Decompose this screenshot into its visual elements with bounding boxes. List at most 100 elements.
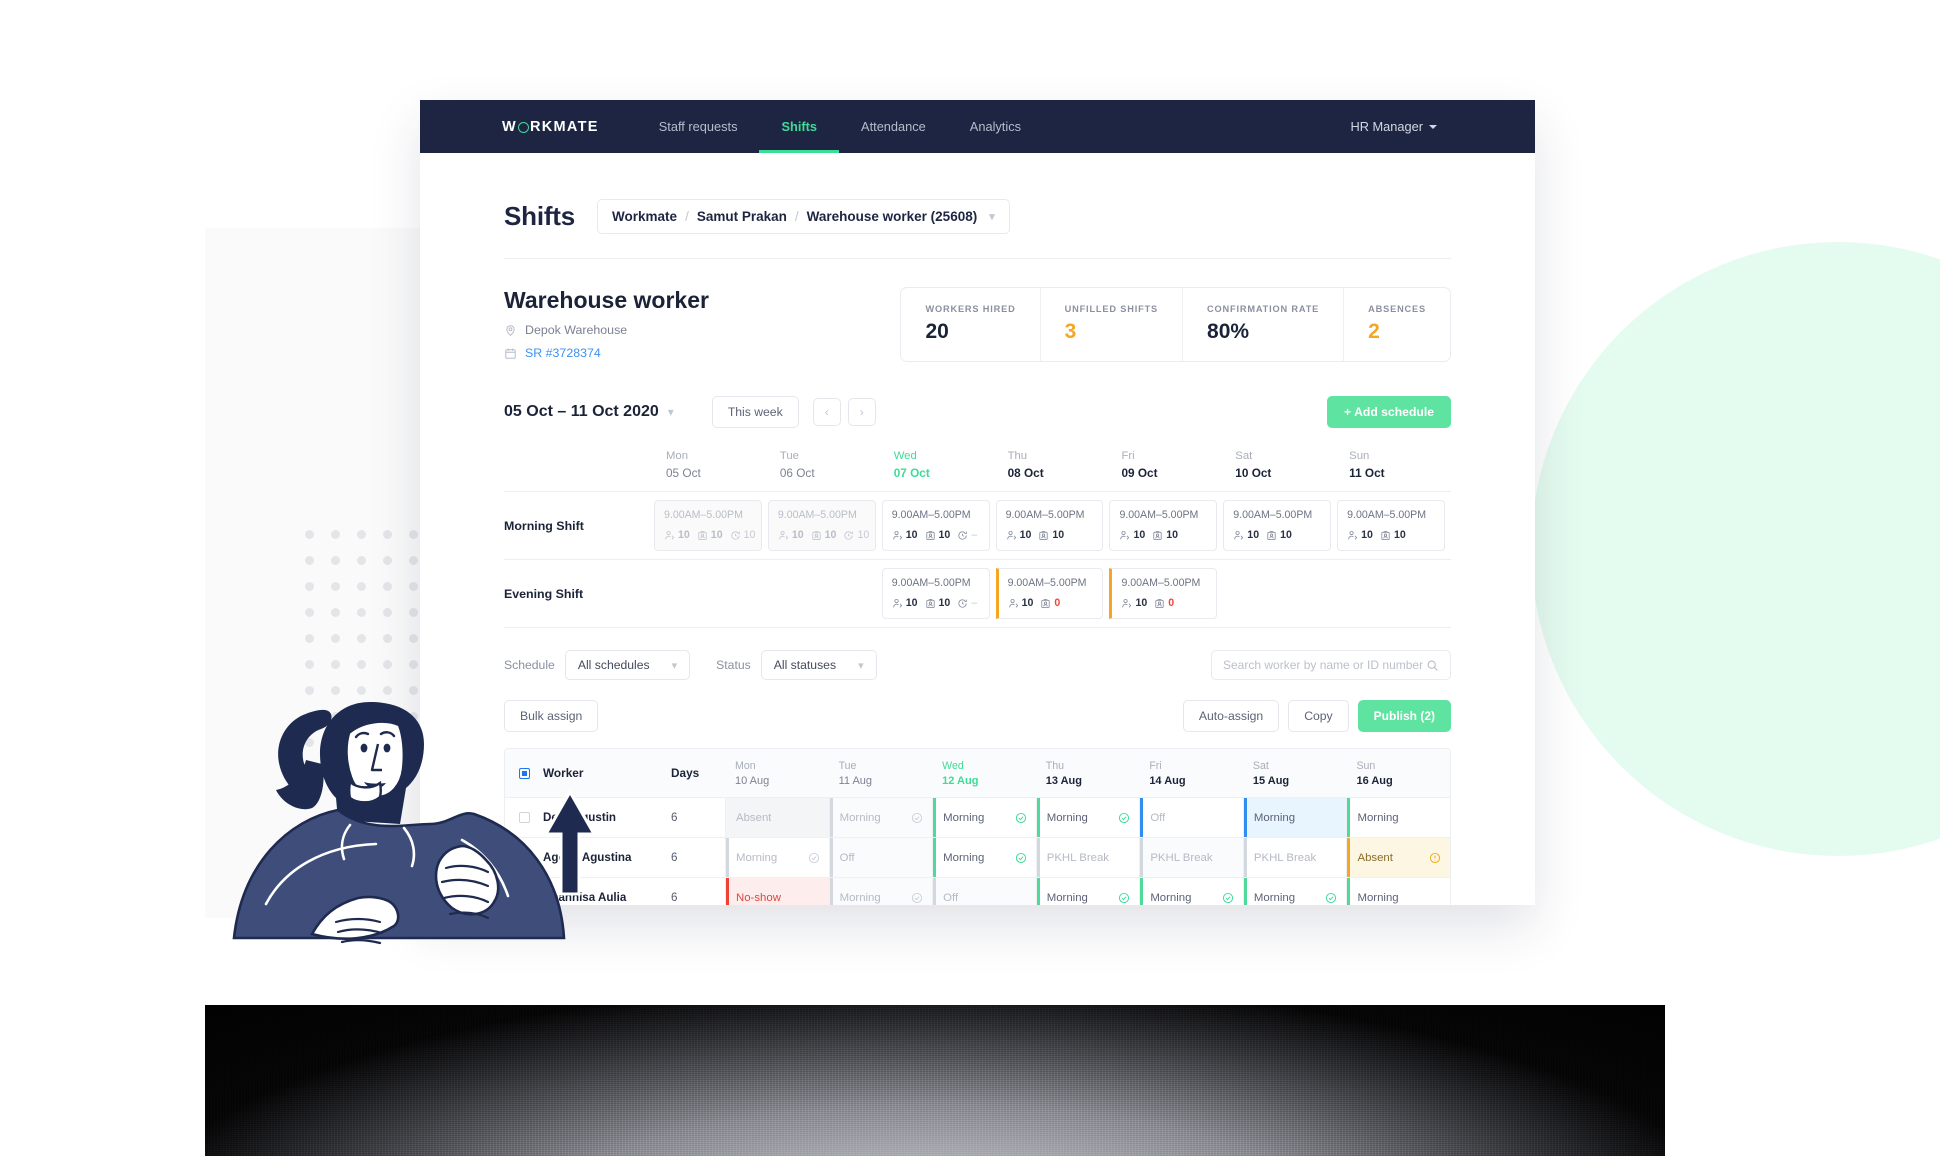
nav-item-analytics[interactable]: Analytics [948, 100, 1043, 153]
calendar-cell-slot: 9.00AM–5.00PM 10 10 10 [767, 492, 882, 559]
nav-item-shifts[interactable]: Shifts [759, 100, 839, 153]
nav-item-staff-requests[interactable]: Staff requests [637, 100, 760, 153]
user-menu[interactable]: HR Manager [1350, 100, 1535, 153]
chevron-down-icon: ▾ [671, 659, 678, 672]
prev-week-button[interactable]: ‹ [812, 398, 841, 426]
shift-cell[interactable]: 9.00AM–5.00PM 10 10 – [881, 500, 990, 551]
hired-icon [812, 530, 821, 540]
calendar-date: 06 Oct [779, 466, 815, 480]
confirmed-check-icon [1015, 852, 1026, 863]
calendar-cell-slot [1337, 586, 1451, 602]
worker-shift-cell[interactable]: Morning [725, 838, 829, 877]
date-range-selector[interactable]: 05 Oct – 11 Oct 2020 ▾ [504, 403, 674, 421]
user-menu-label: HR Manager [1350, 119, 1423, 134]
worker-shift-cell[interactable]: PKHL Break [1242, 838, 1347, 877]
workmate-logo[interactable]: W RKMATE [420, 100, 599, 153]
shift-cell[interactable]: 9.00AM–5.00PM 10 10 10 [767, 500, 876, 551]
shift-cell[interactable]: 9.00AM–5.00PM 10 10 [1337, 500, 1446, 551]
shift-cell[interactable]: 9.00AM–5.00PM 10 0 [995, 568, 1104, 619]
breadcrumb[interactable]: Workmate / Samut Prakan / Warehouse work… [597, 199, 1010, 234]
worker-shift-cell[interactable]: Morning [1242, 878, 1347, 905]
breadcrumb-item-2[interactable]: Warehouse worker (25608) [807, 209, 978, 224]
worker-shift-cell[interactable]: Morning [1035, 798, 1140, 837]
applicants-stat: 10 [1008, 597, 1033, 609]
worker-shift-cell[interactable]: Off [828, 838, 933, 877]
shift-label: Morning [839, 811, 881, 824]
status-filter-select[interactable]: All statuses ▾ [760, 650, 877, 680]
shift-label: No-show [736, 891, 781, 904]
breadcrumb-item-1[interactable]: Samut Prakan [697, 209, 787, 224]
publish-button[interactable]: Publish (2) [1357, 700, 1451, 732]
stat-value: 80% [1207, 320, 1250, 343]
copy-button[interactable]: Copy [1288, 700, 1349, 732]
calendar-header: Mon 05 Oct Tue 06 Oct Wed 07 Oct Thu 08 Oct Fri 0… [504, 450, 1451, 492]
worker-dow: Mon [735, 760, 756, 772]
worker-shift-cell[interactable]: Absent [1346, 838, 1450, 877]
applicants-stat: 10 [892, 597, 918, 609]
table-row[interactable]: Khannisa Aulia 6 No-show Morning Off Morning M… [505, 878, 1450, 905]
shift-cell[interactable]: 9.00AM–5.00PM 10 10 [995, 500, 1104, 551]
week-nav-arrows: ‹ › [812, 398, 876, 426]
worker-date: 10 Aug [735, 775, 770, 787]
calendar-day-header: Sun 11 Oct [1337, 450, 1451, 480]
hired-value: 0 [1054, 597, 1061, 609]
applicants-value: 10 [905, 529, 918, 541]
worker-date: 11 Aug [838, 775, 873, 787]
nav-label: Staff requests [658, 119, 738, 134]
worker-dow: Tue [838, 760, 857, 772]
table-row[interactable]: Dewi Agustin6AbsentMorningMorningMorning… [505, 798, 1450, 838]
this-week-button[interactable]: This week [711, 396, 799, 428]
applicants-icon [1006, 530, 1016, 540]
next-week-button[interactable]: › [847, 398, 876, 426]
worker-shift-cell[interactable]: Morning [932, 798, 1036, 837]
worker-shift-cell[interactable]: Morning [828, 878, 933, 905]
worker-shift-cell[interactable]: Absent [725, 798, 829, 837]
applicants-icon [1234, 530, 1244, 540]
search-input[interactable] [1223, 658, 1426, 672]
worker-shift-cell[interactable]: No-show [725, 878, 829, 905]
sr-number-link[interactable]: SR #3728374 [525, 346, 601, 360]
worker-shift-cell[interactable]: PKHL Break [1035, 838, 1140, 877]
shift-stats: 10 10 10 [664, 529, 755, 541]
breadcrumb-item-0[interactable]: Workmate [612, 209, 677, 224]
shift-cell[interactable]: 9.00AM–5.00PM 10 0 [1109, 568, 1218, 619]
nav-item-attendance[interactable]: Attendance [839, 100, 948, 153]
shift-cell[interactable]: 9.00AM–5.00PM 10 10 – [881, 568, 990, 619]
status-bar [726, 838, 729, 877]
auto-assign-button[interactable]: Auto-assign [1182, 700, 1280, 732]
worker-shift-cell[interactable]: Morning [1346, 798, 1450, 837]
shift-cell[interactable]: 9.00AM–5.00PM 10 10 [1223, 500, 1332, 551]
worker-shift-cell[interactable]: Morning [1139, 878, 1243, 905]
worker-shift-cell[interactable]: Morning [1035, 878, 1140, 905]
table-row[interactable]: Ageng Agustina 6 Morning Off Morning PKHL Bre… [505, 838, 1450, 878]
applicants-value: 10 [678, 529, 690, 541]
date-range-label: 05 Oct – 11 Oct 2020 [504, 403, 659, 420]
hired-icon [1041, 598, 1051, 608]
add-schedule-button[interactable]: + Add schedule [1327, 396, 1451, 428]
page-title: Shifts [504, 201, 576, 231]
worker-shift-cell[interactable]: Morning [932, 838, 1036, 877]
worker-shift-cell[interactable]: Off [1139, 798, 1243, 837]
worker-day-header: Sat 15 Aug [1243, 749, 1347, 797]
pending-icon [731, 530, 740, 540]
bottom-noise-band [205, 1005, 1665, 1156]
status-bar [1036, 798, 1040, 837]
worker-shift-cell[interactable]: Morning [1346, 878, 1450, 905]
hired-icon [1155, 598, 1164, 608]
logo-text-suffix: RKMATE [530, 118, 599, 135]
location-pin-icon [506, 324, 515, 336]
search-box[interactable] [1211, 650, 1451, 680]
shift-stats: 10 10 [1347, 529, 1435, 541]
worker-shift-cell[interactable]: Morning [1242, 798, 1347, 837]
shift-label: Morning [1253, 891, 1296, 904]
worker-shift-cell[interactable]: Off [932, 878, 1036, 905]
shift-label: Morning [1046, 891, 1088, 904]
shift-cell[interactable]: 9.00AM–5.00PM 10 10 [1109, 500, 1218, 551]
status-bar [1036, 878, 1040, 905]
worker-shift-cell[interactable]: PKHL Break [1139, 838, 1243, 877]
calendar-date: 10 Oct [1235, 466, 1272, 480]
hired-icon [1381, 530, 1390, 540]
calendar-cell-slot [654, 586, 768, 602]
worker-shift-cell[interactable]: Morning [828, 798, 933, 837]
shift-cell[interactable]: 9.00AM–5.00PM 10 10 10 [654, 500, 762, 551]
